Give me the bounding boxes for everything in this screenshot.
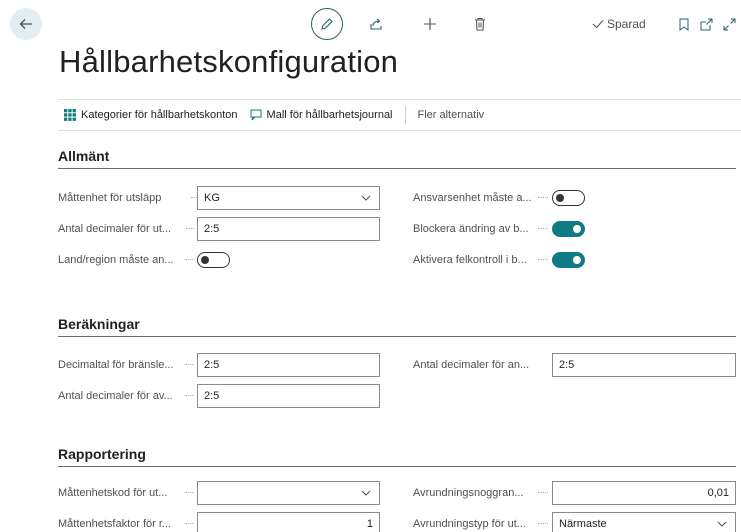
select-value: Närmaste [559,518,607,530]
field-rounding-type: Avrundningstyp för ut... Närmaste [413,512,736,532]
section-divider [58,336,736,337]
action-divider [404,106,406,124]
open-in-new-window-icon [700,18,712,30]
delete-button[interactable] [468,8,492,40]
open-new-window-button[interactable] [697,8,715,40]
section-title-general: Allmänt [58,148,110,164]
expand-button[interactable] [719,8,739,40]
field-label: Land/region måste an... [58,254,174,266]
page-title: Hållbarhetskonfiguration [59,44,399,79]
unit-factor-input[interactable]: 1 [197,512,380,532]
saved-label: Sparad [607,17,646,31]
input-value: 2:5 [559,359,575,371]
field-label: Avrundningsnoggran... [413,487,524,499]
decimals-an-input[interactable]: 2:5 [552,353,736,377]
emission-unit-select[interactable]: KG [197,186,380,210]
share-icon [370,18,382,30]
trash-icon [475,18,485,31]
field-fuel-decimals: Decimaltal för bränsle... 2:5 [58,353,380,377]
chevron-down-icon [717,521,727,527]
toggle-knob [573,225,581,233]
expand-icon [723,18,735,30]
field-unit-code: Måttenhetskod för ut... [58,481,380,505]
unit-code-select[interactable] [197,481,380,505]
error-check-toggle[interactable] [552,252,585,268]
decimals-av-input[interactable]: 2:5 [197,384,380,408]
section-divider [58,466,736,467]
toggle-knob [556,194,564,202]
field-label: Avrundningstyp för ut... [413,518,526,530]
rounding-precision-input[interactable]: 0,01 [552,481,736,505]
field-label: Antal decimaler för ut... [58,223,172,235]
pencil-icon [321,18,333,30]
new-button[interactable] [418,8,442,40]
document-icon [250,109,262,121]
block-change-toggle[interactable] [552,221,585,237]
responsibility-toggle[interactable] [552,190,585,206]
field-label: Måttenhetsfaktor för r... [58,518,172,530]
field-label: Antal decimaler för an... [413,359,530,371]
top-toolbar: Sparad [0,8,741,40]
leader-dots [538,259,548,260]
field-block-change: Blockera ändring av b... [413,217,736,241]
field-label: Blockera ändring av b... [413,223,529,235]
leader-dots [185,523,193,524]
field-label: Måttenhet för utsläpp [58,192,162,204]
share-button[interactable] [364,8,388,40]
field-unit-factor: Måttenhetsfaktor för r... 1 [58,512,380,532]
template-action-label: Mall för hållbarhetsjournal [266,109,393,121]
select-value: KG [204,192,220,204]
field-decimals-av: Antal decimaler för av... 2:5 [58,384,380,408]
leader-dots [538,523,548,524]
chevron-down-icon [361,195,371,201]
toggle-knob [573,256,581,264]
field-label: Måttenhetskod för ut... [58,487,168,499]
leader-dots [538,228,548,229]
plus-icon [424,18,436,30]
leader-dots [185,259,193,260]
input-value: 2:5 [204,223,220,235]
bookmark-icon [679,18,689,31]
field-country-region: Land/region måste an... [58,248,380,272]
saved-status: Sparad [592,8,646,40]
section-divider [58,168,736,169]
field-decimals-ut: Antal decimaler för ut... 2:5 [58,217,380,241]
field-label: Ansvarsenhet måste a... [413,192,532,204]
grid-icon [64,109,76,121]
leader-dots [185,364,193,365]
section-title-reporting: Rapportering [58,446,146,462]
categories-action[interactable]: Kategorier för hållbarhetskonton [64,109,238,121]
chevron-down-icon [361,490,371,496]
input-value: 0,01 [707,487,729,499]
edit-button[interactable] [311,8,343,40]
more-options-action[interactable]: Fler alternativ [418,109,485,121]
field-rounding-precision: Avrundningsnoggran... 0,01 [413,481,736,505]
fuel-decimals-input[interactable]: 2:5 [197,353,380,377]
input-value: 1 [366,518,373,530]
field-label: Antal decimaler för av... [58,390,173,402]
decimals-ut-input[interactable]: 2:5 [197,217,380,241]
categories-action-label: Kategorier för hållbarhetskonton [81,109,238,121]
leader-dots [538,492,548,493]
input-value: 2:5 [204,390,220,402]
field-label: Decimaltal för bränsle... [58,359,174,371]
country-region-toggle[interactable] [197,252,230,268]
rounding-type-select[interactable]: Närmaste [552,512,736,532]
template-action[interactable]: Mall för hållbarhetsjournal [250,109,393,121]
field-emission-unit: Måttenhet för utsläpp KG [58,186,380,210]
action-bar: Kategorier för hållbarhetskonton Mall fö… [58,99,741,131]
leader-dots [538,197,548,198]
field-decimals-an: Antal decimaler för an... 2:5 [413,353,736,377]
field-error-check: Aktivera felkontroll i b... [413,248,736,272]
field-label: Aktivera felkontroll i b... [413,254,527,266]
section-title-calculations: Beräkningar [58,316,140,332]
field-responsibility: Ansvarsenhet måste a... [413,186,736,210]
leader-dots [185,395,193,396]
toggle-knob [201,256,209,264]
bookmark-button[interactable] [675,8,693,40]
input-value: 2:5 [204,359,220,371]
leader-dots [186,228,194,229]
leader-dots [185,492,193,493]
checkmark-icon [592,20,604,29]
